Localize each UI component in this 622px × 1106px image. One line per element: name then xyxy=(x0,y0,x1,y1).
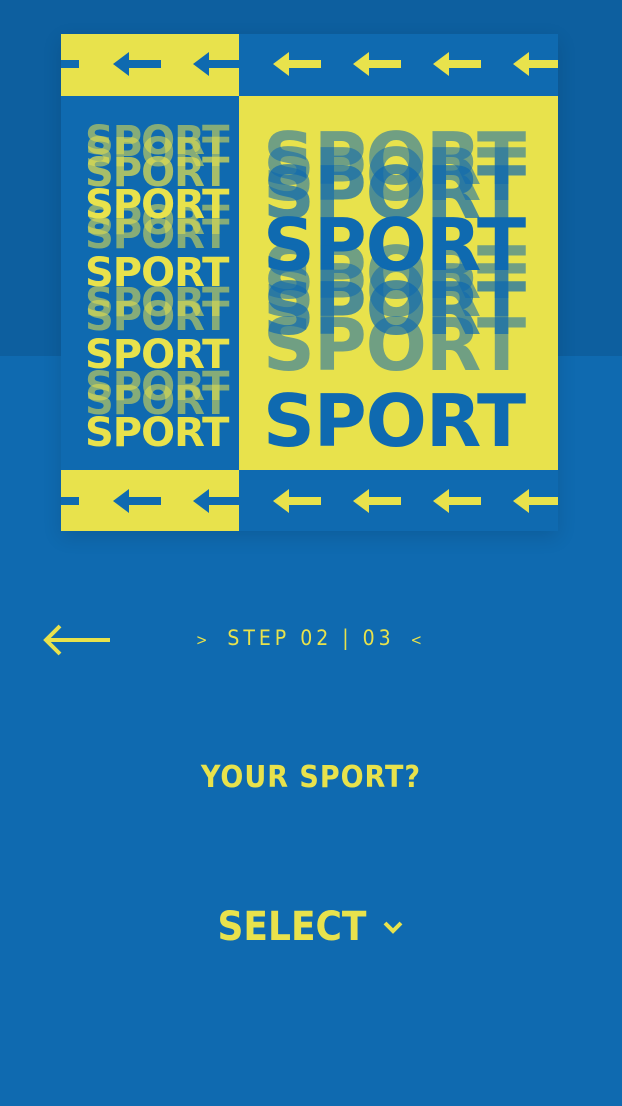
select-label: SELECT xyxy=(217,904,367,950)
sport-poster-image: SPORT SPORT SPORT SPORT SPORT SPORT SPOR… xyxy=(61,34,558,531)
sport-select-dropdown[interactable]: SELECT xyxy=(211,898,411,956)
step-indicator: > STEP 02 | 03 < xyxy=(0,626,622,650)
step-suffix: < xyxy=(410,631,426,649)
poster-large-words: SPORT SPORT SPORT SPORT SPORT SPORT SPOR… xyxy=(263,117,527,463)
svg-text:SPORT: SPORT xyxy=(263,379,526,463)
chevron-down-icon xyxy=(384,921,403,934)
svg-text:SPORT: SPORT xyxy=(85,410,230,456)
step-prefix: > xyxy=(196,631,212,649)
step-text: STEP 02 | 03 xyxy=(227,626,395,650)
page: SPORT SPORT SPORT SPORT SPORT SPORT SPOR… xyxy=(0,0,622,1106)
svg-text:SPORT: SPORT xyxy=(263,303,526,387)
question-title: YOUR SPORT? xyxy=(200,760,422,795)
poster-small-words: SPORT SPORT SPORT SPORT SPORT SPORT SPOR… xyxy=(85,118,231,456)
step-navigation: > STEP 02 | 03 < xyxy=(0,612,622,668)
